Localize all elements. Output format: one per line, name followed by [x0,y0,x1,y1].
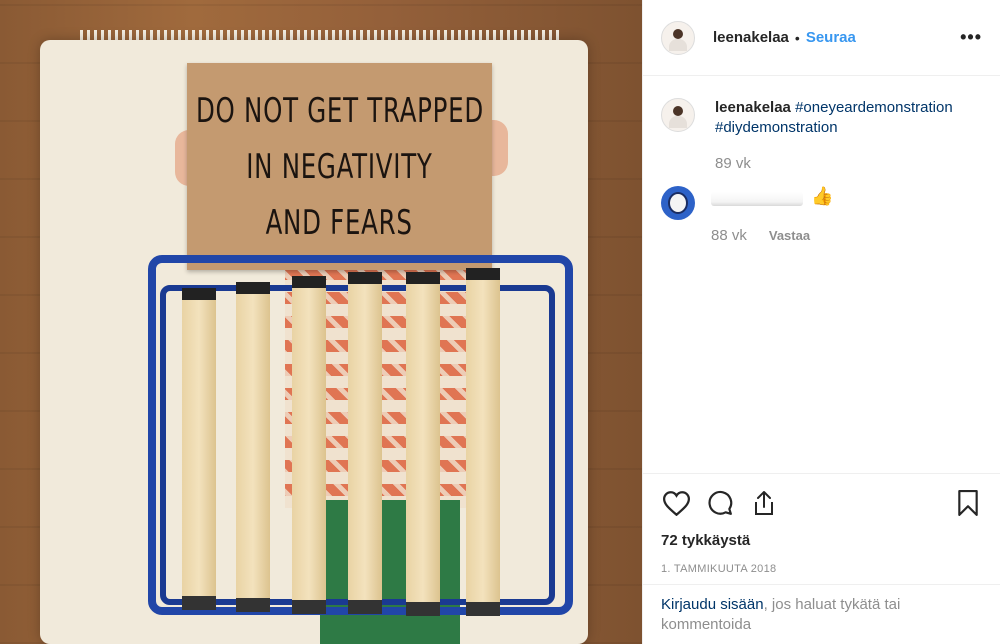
comment-icon[interactable] [705,488,735,518]
likes-count[interactable]: 72 tykkäystä [661,532,983,549]
bookmark-icon[interactable] [953,488,983,518]
sign-line-3: AND FEARS [265,202,414,243]
sign-line-1: DO NOT GET TRAPPED [195,90,484,131]
avatar-figure [669,25,687,51]
comment-body: 👍 88 vk Vastaa [711,186,834,246]
comment-age[interactable]: 88 vk [711,226,747,246]
commenter-avatar[interactable] [661,186,695,220]
comment-meta: 88 vk Vastaa [711,226,834,246]
caption-row: leenakelaa #oneyeardemonstration #diydem… [661,98,982,174]
avatar-body [669,116,687,128]
author-username[interactable]: leenakelaa [713,29,789,46]
follow-button[interactable]: Seuraa [806,29,856,46]
post-side-panel: leenakelaa • Seuraa ••• leenakelaa #oney… [642,0,1000,644]
heart-icon[interactable] [661,488,691,518]
avatar-figure [669,102,687,128]
post-photo[interactable]: DO NOT GET TRAPPED IN NEGATIVITY AND FEA… [0,0,642,644]
comments-section: leenakelaa #oneyeardemonstration #diydem… [643,76,1000,473]
cardboard-sign: DO NOT GET TRAPPED IN NEGATIVITY AND FEA… [187,63,492,270]
caption-meta: 89 vk [715,154,953,174]
reply-button[interactable]: Vastaa [769,226,810,246]
avatar-head [673,28,683,39]
caption-body: leenakelaa #oneyeardemonstration #diydem… [715,98,953,174]
share-icon[interactable] [749,488,779,518]
bed-slat [182,288,216,610]
comment-row: 👍 88 vk Vastaa [661,186,982,246]
caption-avatar[interactable] [661,98,695,132]
bed-slat [406,272,440,616]
post-header: leenakelaa • Seuraa ••• [643,0,1000,76]
bed-slat [466,268,500,616]
hashtag-link[interactable]: #oneyeardemonstration [795,99,953,116]
caption-age[interactable]: 89 vk [715,154,751,174]
separator-dot: • [794,29,800,46]
avatar-face [668,192,688,214]
thumbs-up-emoji: 👍 [811,186,834,206]
avatar-head [673,106,683,116]
avatar-body [669,38,687,51]
author-avatar[interactable] [661,20,695,55]
login-link[interactable]: Kirjaudu sisään [661,596,764,613]
hashtag-link[interactable]: #diydemonstration [715,119,838,136]
caption-username[interactable]: leenakelaa [715,99,791,116]
login-prompt: Kirjaudu sisään, jos haluat tykätä tai k… [643,584,1000,644]
action-icons-bar [661,474,983,532]
sign-line-2: IN NEGATIVITY [246,146,433,187]
post-date: 1. TAMMIKUUTA 2018 [661,563,777,575]
bed-slat [348,272,382,614]
bed-slat [236,282,270,612]
commenter-username-hidden[interactable] [711,192,803,206]
bed-slat [292,276,326,614]
more-horizontal-icon[interactable]: ••• [960,27,982,48]
post-actions: 72 tykkäystä 1. TAMMIKUUTA 2018 [643,473,1000,575]
